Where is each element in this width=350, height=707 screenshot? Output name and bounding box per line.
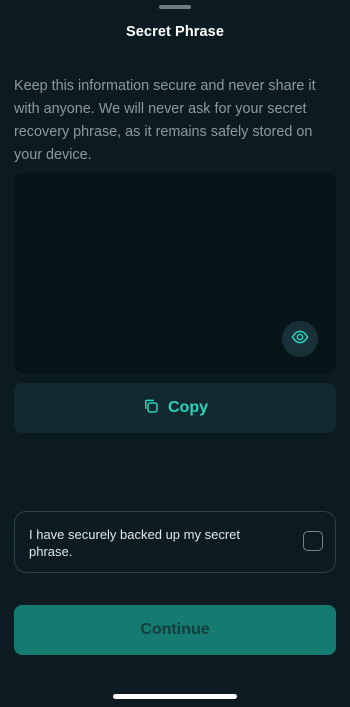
continue-button-label: Continue bbox=[140, 621, 210, 638]
backup-confirmation-label: I have securely backed up my secret phra… bbox=[29, 527, 240, 559]
backup-confirmation[interactable]: I have securely backed up my secret phra… bbox=[14, 511, 336, 573]
blurred-phrase-grid bbox=[30, 190, 280, 367]
eye-icon bbox=[291, 328, 309, 351]
phrase-word-3 bbox=[30, 220, 154, 250]
copy-button[interactable]: Copy bbox=[14, 383, 336, 433]
backup-checkbox[interactable] bbox=[303, 531, 323, 551]
phrase-word-1 bbox=[30, 190, 154, 220]
secret-phrase-screen: Secret Phrase Keep this information secu… bbox=[0, 0, 350, 707]
reveal-phrase-button[interactable] bbox=[282, 321, 318, 357]
drag-handle[interactable] bbox=[159, 5, 191, 9]
phrase-word-12 bbox=[154, 338, 278, 368]
home-indicator bbox=[113, 694, 237, 699]
phrase-word-6 bbox=[154, 249, 278, 279]
phrase-word-2 bbox=[154, 190, 278, 220]
copy-button-label: Copy bbox=[168, 399, 208, 416]
phrase-word-10 bbox=[154, 308, 278, 338]
continue-button[interactable]: Continue bbox=[14, 605, 336, 655]
phrase-word-7 bbox=[30, 279, 154, 309]
copy-icon bbox=[142, 397, 160, 420]
page-title: Secret Phrase bbox=[125, 24, 225, 40]
security-description: Keep this information secure and never s… bbox=[14, 78, 316, 163]
secret-phrase-card bbox=[14, 173, 336, 373]
phrase-word-5 bbox=[30, 249, 154, 279]
phrase-word-4 bbox=[154, 220, 278, 250]
phrase-word-11 bbox=[30, 338, 154, 368]
phrase-word-8 bbox=[154, 279, 278, 309]
phrase-word-9 bbox=[30, 308, 154, 338]
